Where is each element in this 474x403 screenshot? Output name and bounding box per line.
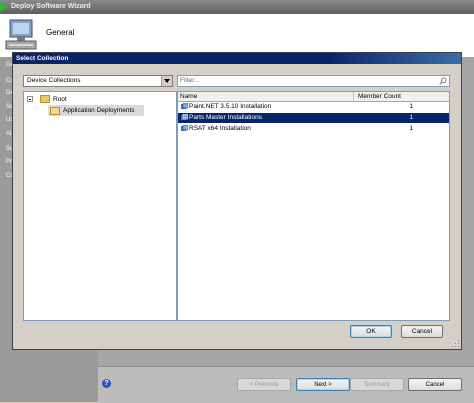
search-icon[interactable] bbox=[439, 77, 447, 85]
tree-node-label: Application Deployments bbox=[63, 107, 135, 114]
resize-grip-icon[interactable] bbox=[452, 340, 460, 348]
wizard-titlebar: Deploy Software Wizard bbox=[0, 0, 474, 14]
tree-node-application-deployments[interactable]: Application Deployments bbox=[48, 105, 144, 116]
wizard-arrow-icon bbox=[0, 2, 7, 12]
summary-button[interactable]: Summary bbox=[350, 378, 404, 391]
tree-node-root[interactable]: Root bbox=[27, 95, 167, 104]
folder-open-icon bbox=[50, 107, 60, 115]
filter-input[interactable]: Filter... bbox=[177, 75, 450, 87]
collection-icon bbox=[181, 125, 188, 131]
dialog-title: Select Collection bbox=[13, 53, 461, 64]
collection-icon bbox=[181, 114, 188, 120]
chevron-down-icon[interactable] bbox=[161, 76, 172, 86]
collection-icon bbox=[181, 103, 188, 109]
help-icon[interactable]: ? bbox=[102, 379, 111, 388]
folder-icon bbox=[40, 95, 50, 103]
row-name: RSAT x64 Installation bbox=[189, 125, 251, 132]
row-name: Paint.NET 3.5.10 Installation bbox=[189, 103, 272, 110]
column-header-member-count[interactable]: Member Count bbox=[353, 92, 448, 101]
page-title: General bbox=[46, 28, 75, 37]
ok-button[interactable]: OK bbox=[350, 325, 392, 338]
wizard-title: Deploy Software Wizard bbox=[11, 3, 91, 10]
tree-node-label: Root bbox=[53, 96, 67, 103]
next-button[interactable]: Next > bbox=[296, 378, 350, 391]
row-member-count: 1 bbox=[409, 114, 413, 121]
collection-type-dropdown[interactable]: Device Collections bbox=[23, 75, 173, 87]
row-member-count: 1 bbox=[409, 125, 413, 132]
collapse-icon[interactable] bbox=[27, 96, 33, 102]
computer-icon bbox=[5, 19, 37, 50]
nav-item-alerts[interactable]: Al bbox=[6, 131, 11, 137]
list-row[interactable]: Paint.NET 3.5.10 Installation 1 bbox=[178, 102, 449, 112]
row-name: Parts Master Installations bbox=[189, 114, 262, 121]
wizard-cancel-button[interactable]: Cancel bbox=[408, 378, 462, 391]
list-row[interactable]: RSAT x64 Installation 1 bbox=[178, 124, 449, 134]
cancel-button[interactable]: Cancel bbox=[401, 325, 443, 338]
collection-tree[interactable]: Root Application Deployments bbox=[23, 91, 177, 321]
collection-type-value: Device Collections bbox=[27, 77, 81, 84]
column-header-name[interactable]: Name bbox=[180, 92, 197, 101]
filter-placeholder: Filter... bbox=[180, 77, 200, 84]
collection-list[interactable]: Name Member Count Paint.NET 3.5.10 Insta… bbox=[177, 91, 450, 321]
list-header: Name Member Count bbox=[178, 92, 449, 102]
select-collection-dialog: Select Collection Device Collections Roo… bbox=[12, 52, 462, 350]
previous-button[interactable]: < Previous bbox=[237, 378, 291, 391]
row-member-count: 1 bbox=[409, 103, 413, 110]
list-row-selected[interactable]: Parts Master Installations 1 bbox=[178, 113, 449, 123]
